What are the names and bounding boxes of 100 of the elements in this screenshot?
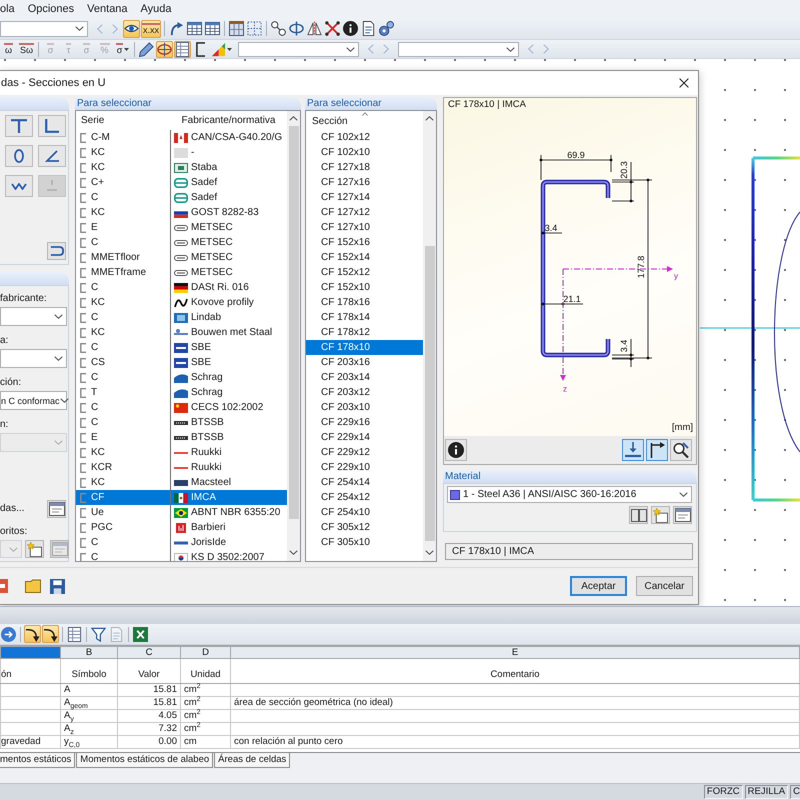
toolbar-button[interactable]: Sω [18, 40, 36, 58]
toolbar-button[interactable]: ω [0, 40, 17, 58]
new-button[interactable] [651, 506, 670, 524]
edit-button[interactable] [673, 506, 692, 524]
list-row[interactable]: C KS D 3502:2007 [76, 550, 287, 561]
flip-button[interactable] [47, 242, 66, 260]
section-name-field[interactable]: CF 178x10 | IMCA [445, 543, 693, 560]
dropdown-field[interactable]: n C conformac [0, 391, 67, 410]
list-item[interactable]: CF 229x16 [306, 415, 423, 430]
chevron-down-icon[interactable] [425, 550, 434, 555]
view-tool-button[interactable] [445, 439, 467, 461]
list-item[interactable]: CF 203x14 [306, 370, 423, 385]
toolbar-button[interactable] [174, 40, 192, 58]
toolbar-button[interactable]: σ [114, 40, 132, 58]
status-field[interactable]: C [790, 785, 800, 799]
toolbar-button[interactable] [306, 20, 324, 38]
shape-button[interactable] [5, 175, 33, 197]
dropdown-field[interactable] [238, 42, 360, 56]
toolbar-button[interactable] [204, 20, 222, 38]
list-item[interactable]: CF 254x14 [306, 475, 423, 490]
column-letter[interactable]: B [60, 646, 118, 658]
list-row[interactable]: CF IMCA [76, 490, 287, 505]
list-item[interactable]: CF 203x10 [306, 400, 423, 415]
list-item[interactable]: CF 203x16 [306, 355, 423, 370]
list-item[interactable]: CF 305x12 [306, 520, 423, 535]
toolbar-button[interactable] [186, 20, 204, 38]
view-tool-button[interactable] [646, 439, 668, 461]
list-item[interactable]: CF 127x10 [306, 220, 423, 235]
library-button[interactable] [629, 506, 648, 524]
scrollbar-thumb[interactable] [424, 246, 434, 541]
menu-item[interactable]: Ventana [87, 3, 128, 15]
save-button[interactable] [48, 577, 66, 595]
list-row[interactable]: KC GOST 8282-83 [76, 205, 287, 220]
list-item[interactable]: CF 305x10 [306, 535, 423, 550]
toolbar-button[interactable] [138, 40, 156, 58]
toolbar-button[interactable] [324, 20, 342, 38]
dropdown-field[interactable] [398, 42, 520, 56]
list-row[interactable]: C SBE [76, 340, 287, 355]
toolbar-button[interactable] [228, 20, 246, 38]
list-item[interactable]: CF 102x10 [306, 145, 423, 160]
toolbar-button[interactable] [90, 625, 107, 643]
menu-item[interactable]: Ayuda [140, 3, 172, 15]
status-field[interactable]: REJILLA [744, 785, 788, 799]
list-row[interactable]: T Schrag [76, 385, 287, 400]
list-item[interactable]: CF 127x18 [306, 160, 423, 175]
list-item[interactable]: CF 254x10 [306, 505, 423, 520]
dropdown-field[interactable] [0, 349, 67, 368]
list-item[interactable]: CF 127x16 [306, 175, 423, 190]
list-item[interactable]: CF 229x12 [306, 445, 423, 460]
list-item[interactable]: CF 152x16 [306, 235, 423, 250]
list-item[interactable]: CF 152x14 [306, 250, 423, 265]
sheet-tab[interactable]: Áreas de celdas [214, 753, 290, 768]
open-button[interactable] [24, 577, 42, 595]
dropdown-field[interactable] [0, 307, 67, 326]
list-row[interactable]: C DASt Ri. 016 [76, 280, 287, 295]
shape-button[interactable] [38, 145, 66, 167]
scrollbar-thumb[interactable] [288, 126, 298, 519]
new-button[interactable] [25, 540, 44, 558]
sheet-tab[interactable]: mentos estáticos [0, 753, 76, 768]
list-item[interactable]: CF 127x14 [306, 190, 423, 205]
list-row[interactable]: C-M CAN/CSA-G40.20/G [76, 130, 287, 145]
toolbar-button[interactable] [270, 20, 288, 38]
shape-button[interactable] [5, 145, 33, 167]
column-letter[interactable]: D [180, 646, 230, 658]
toolbar-button[interactable] [66, 625, 83, 643]
list-item[interactable]: CF 178x12 [306, 325, 423, 340]
material-dropdown[interactable]: 1 - Steel A36 | ANSI/AISC 360-16:2016 [447, 486, 692, 503]
toolbar-button[interactable]: x.xx [141, 20, 162, 38]
column-header[interactable]: Sección [306, 116, 348, 128]
column-header[interactable]: Serie [76, 115, 170, 126]
column-header[interactable]: Fabricante/normativa [170, 115, 287, 126]
column-letter[interactable]: C [118, 646, 180, 658]
shape-button[interactable] [5, 115, 33, 137]
toolbar-button[interactable] [378, 20, 396, 38]
toolbar-button[interactable] [42, 625, 59, 643]
list-item[interactable]: CF 203x12 [306, 385, 423, 400]
list-row[interactable]: KC - [76, 145, 287, 160]
sheet-tab[interactable]: Momentos estáticos de alabeo [76, 753, 214, 768]
list-item[interactable]: CF 102x12 [306, 130, 423, 145]
list-item[interactable]: CF 127x12 [306, 205, 423, 220]
list-item[interactable]: CF 178x14 [306, 310, 423, 325]
list-row[interactable]: KC Staba [76, 160, 287, 175]
list-row[interactable]: C Lindab [76, 310, 287, 325]
toolbar-button[interactable] [24, 625, 41, 643]
list-row[interactable]: C CECS 102:2002 [76, 400, 287, 415]
list-row[interactable]: CS SBE [76, 355, 287, 370]
column-letter[interactable]: E [230, 646, 800, 658]
menu-item[interactable]: ola [0, 3, 15, 15]
toolbar-button[interactable] [342, 20, 360, 38]
list-row[interactable]: C Schrag [76, 370, 287, 385]
list-item[interactable]: CF 229x10 [306, 460, 423, 475]
list-row[interactable]: Ue ABNT NBR 6355:20 [76, 505, 287, 520]
view-tool-button[interactable] [670, 439, 692, 461]
list-item[interactable]: CF 254x12 [306, 490, 423, 505]
shape-button[interactable] [38, 115, 66, 137]
scrollbar[interactable] [287, 111, 300, 561]
list-item[interactable]: CF 152x12 [306, 265, 423, 280]
list-item[interactable]: CF 229x14 [306, 430, 423, 445]
chevron-up-icon[interactable] [425, 116, 434, 121]
window-button[interactable] [47, 500, 66, 518]
